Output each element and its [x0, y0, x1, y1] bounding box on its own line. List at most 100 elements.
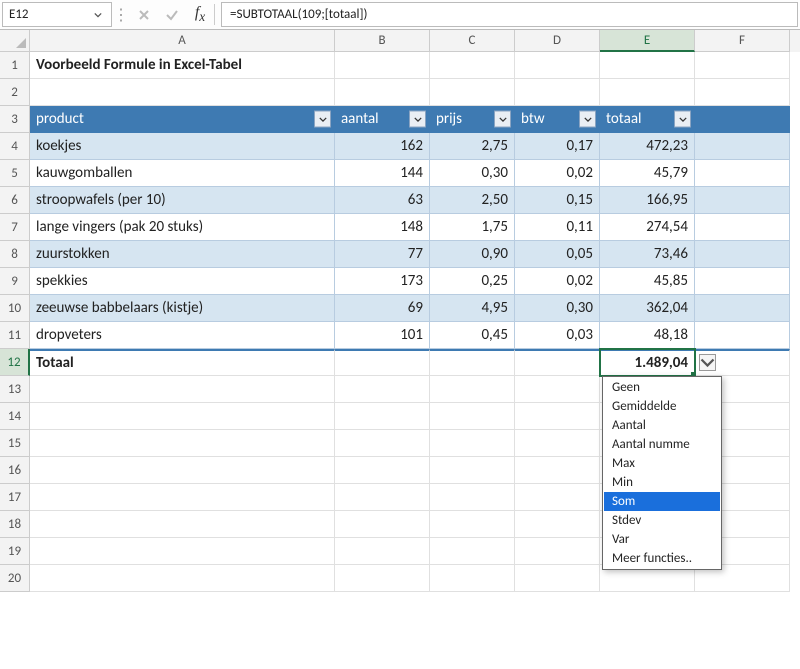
cell[interactable] [30, 511, 335, 538]
cell[interactable] [695, 322, 790, 349]
totaal-cell[interactable]: 472,23 [600, 133, 695, 160]
cell[interactable] [30, 79, 335, 106]
cell[interactable] [695, 241, 790, 268]
row-header[interactable]: 20 [0, 565, 30, 592]
cell[interactable] [430, 403, 515, 430]
table-header-totaal[interactable]: totaal [600, 106, 695, 133]
filter-button[interactable] [409, 111, 426, 128]
cell[interactable] [515, 565, 600, 592]
row-header[interactable]: 5 [0, 160, 30, 187]
table-header-btw[interactable]: btw [515, 106, 600, 133]
product-cell[interactable]: zuurstokken [30, 241, 335, 268]
product-cell[interactable]: dropveters [30, 322, 335, 349]
cell[interactable] [695, 106, 790, 133]
cell[interactable] [430, 376, 515, 403]
cell[interactable] [335, 457, 430, 484]
product-cell[interactable]: kauwgomballen [30, 160, 335, 187]
cell[interactable] [515, 79, 600, 106]
filter-button[interactable] [674, 111, 691, 128]
cell[interactable] [335, 349, 430, 376]
cell[interactable] [30, 457, 335, 484]
btw-cell[interactable]: 0,30 [515, 295, 600, 322]
totaal-cell[interactable]: 362,04 [600, 295, 695, 322]
row-header[interactable]: 15 [0, 430, 30, 457]
aantal-cell[interactable]: 101 [335, 322, 430, 349]
menu-item-stdev[interactable]: Stdev [604, 511, 720, 530]
cell[interactable] [695, 79, 790, 106]
btw-cell[interactable]: 0,11 [515, 214, 600, 241]
menu-item-gemiddelde[interactable]: Gemiddelde [604, 397, 720, 416]
subtotal-function-menu[interactable]: GeenGemiddeldeAantalAantal nummeMaxMinSo… [602, 376, 722, 570]
column-header-C[interactable]: C [430, 30, 515, 52]
row-header[interactable]: 12 [0, 349, 30, 376]
cell[interactable] [600, 79, 695, 106]
cell[interactable] [695, 295, 790, 322]
btw-cell[interactable]: 0,05 [515, 241, 600, 268]
btw-cell[interactable]: 0,03 [515, 322, 600, 349]
enter-button[interactable] [158, 0, 186, 29]
total-dropdown-handle[interactable] [699, 354, 716, 371]
row-header[interactable]: 17 [0, 484, 30, 511]
cell[interactable] [695, 214, 790, 241]
prijs-cell[interactable]: 4,95 [430, 295, 515, 322]
cell[interactable] [335, 565, 430, 592]
formula-input[interactable]: =SUBTOTAAL(109;[totaal]) [221, 2, 798, 27]
cell[interactable] [515, 511, 600, 538]
product-cell[interactable]: stroopwafels (per 10) [30, 187, 335, 214]
column-header-D[interactable]: D [515, 30, 600, 52]
cell[interactable] [695, 133, 790, 160]
cell[interactable] [515, 376, 600, 403]
totaal-cell[interactable]: 45,85 [600, 268, 695, 295]
aantal-cell[interactable]: 173 [335, 268, 430, 295]
cell[interactable] [515, 484, 600, 511]
table-header-prijs[interactable]: prijs [430, 106, 515, 133]
cell[interactable] [335, 511, 430, 538]
prijs-cell[interactable]: 0,45 [430, 322, 515, 349]
filter-button[interactable] [494, 111, 511, 128]
column-header-E[interactable]: E [600, 30, 695, 52]
cell[interactable] [515, 430, 600, 457]
cell[interactable] [600, 52, 695, 79]
cell[interactable] [430, 565, 515, 592]
row-header[interactable]: 13 [0, 376, 30, 403]
filter-button[interactable] [314, 111, 331, 128]
btw-cell[interactable]: 0,15 [515, 187, 600, 214]
totaal-cell[interactable]: 73,46 [600, 241, 695, 268]
prijs-cell[interactable]: 0,90 [430, 241, 515, 268]
name-box-dropdown[interactable] [91, 3, 105, 26]
cell[interactable] [695, 268, 790, 295]
name-box[interactable]: E12 [2, 2, 112, 27]
cell[interactable] [430, 511, 515, 538]
totaal-cell[interactable]: 45,79 [600, 160, 695, 187]
cell[interactable] [430, 430, 515, 457]
cell[interactable] [430, 538, 515, 565]
menu-item-geen[interactable]: Geen [604, 378, 720, 397]
totaal-cell[interactable]: 48,18 [600, 322, 695, 349]
aantal-cell[interactable]: 148 [335, 214, 430, 241]
cell[interactable] [335, 79, 430, 106]
prijs-cell[interactable]: 2,75 [430, 133, 515, 160]
cell[interactable] [515, 403, 600, 430]
row-header[interactable]: 1 [0, 52, 30, 79]
cell[interactable] [695, 160, 790, 187]
cell[interactable] [695, 52, 790, 79]
row-header[interactable]: 7 [0, 214, 30, 241]
aantal-cell[interactable]: 162 [335, 133, 430, 160]
cell[interactable] [430, 52, 515, 79]
aantal-cell[interactable]: 69 [335, 295, 430, 322]
column-header-F[interactable]: F [695, 30, 790, 52]
totaal-cell[interactable]: 166,95 [600, 187, 695, 214]
cell[interactable] [695, 187, 790, 214]
row-header[interactable]: 10 [0, 295, 30, 322]
btw-cell[interactable]: 0,02 [515, 160, 600, 187]
cell[interactable] [335, 52, 430, 79]
aantal-cell[interactable]: 63 [335, 187, 430, 214]
cell[interactable] [430, 349, 515, 376]
product-cell[interactable]: zeeuwse babbelaars (kistje) [30, 295, 335, 322]
cell[interactable] [335, 403, 430, 430]
row-header[interactable]: 4 [0, 133, 30, 160]
column-header-A[interactable]: A [30, 30, 335, 52]
aantal-cell[interactable]: 144 [335, 160, 430, 187]
menu-item-som[interactable]: Som [604, 492, 720, 511]
cell[interactable] [515, 349, 600, 376]
